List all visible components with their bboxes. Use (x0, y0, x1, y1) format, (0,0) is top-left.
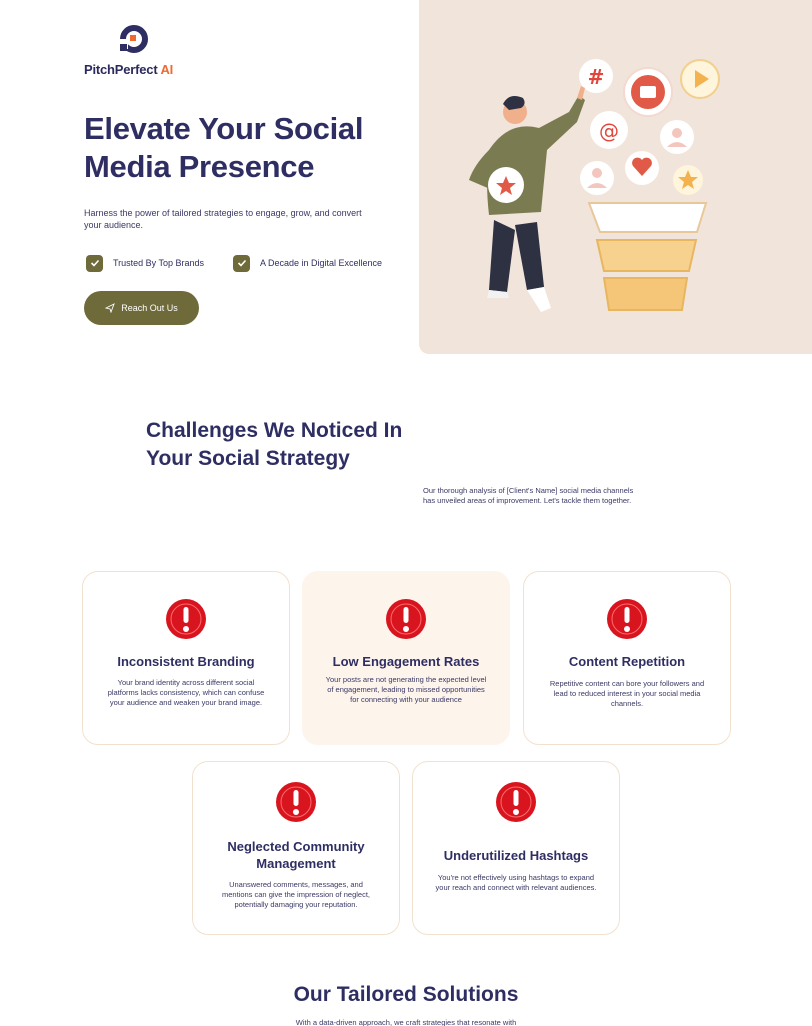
challenge-card-community-management: Neglected Community Management Unanswere… (192, 761, 400, 935)
brand-suffix: AI (160, 62, 174, 77)
check-icon (86, 254, 103, 272)
badge-trusted-brands: Trusted By Top Brands (86, 253, 204, 273)
reach-out-label: Reach Out Us (121, 303, 178, 313)
brand-logo[interactable]: PitchPerfect AI (84, 25, 194, 80)
card-title: Low Engagement Rates (332, 654, 480, 669)
paper-plane-icon (105, 303, 116, 313)
badge-label: A Decade in Digital Excellence (260, 258, 383, 268)
challenge-card-low-engagement: Low Engagement Rates Your posts are not … (302, 571, 510, 745)
hero-title: Elevate Your Social Media Presence (84, 111, 364, 184)
badge-decade-excellence: A Decade in Digital Excellence (233, 253, 382, 273)
challenge-card-hashtags: Underutilized Hashtags You're not effect… (412, 761, 620, 935)
alert-icon (496, 782, 536, 822)
svg-text:#: # (588, 65, 605, 89)
solutions-title: Our Tailored Solutions (293, 983, 519, 1006)
card-text: Unanswered comments, messages, and menti… (222, 880, 370, 909)
alert-icon (166, 599, 206, 639)
challenge-card-inconsistent-branding: Inconsistent Branding Your brand identit… (82, 571, 290, 745)
hero-subtitle: Harness the power of tailored strategies… (84, 208, 362, 230)
card-text: Repetitive content can bore your followe… (549, 679, 705, 708)
social-media-illustration: # @ (469, 59, 720, 312)
card-title: Content Repetition (568, 654, 686, 669)
badge-label: Trusted By Top Brands (113, 258, 205, 268)
check-icon (233, 254, 250, 272)
svg-text:@: @ (599, 119, 619, 143)
solutions-description: With a data-driven approach, we craft st… (295, 1018, 517, 1026)
alert-icon (386, 599, 426, 639)
card-title: Neglected Community Management (227, 839, 365, 871)
challenges-description: Our thorough analysis of [Client's Name]… (423, 486, 634, 505)
card-text: Your posts are not generating the expect… (325, 675, 487, 704)
card-title: Inconsistent Branding (117, 654, 255, 669)
alert-icon (276, 782, 316, 822)
logo-mark-icon (120, 25, 148, 53)
challenge-card-content-repetition: Content Repetition Repetitive content ca… (523, 571, 731, 745)
card-title: Underutilized Hashtags (443, 848, 589, 863)
card-text: Your brand identity across different soc… (107, 678, 265, 707)
challenges-title: Challenges We Noticed In Your Social Str… (146, 419, 403, 470)
reach-out-button[interactable]: Reach Out Us (84, 291, 199, 325)
card-text: You're not effectively using hashtags to… (435, 873, 597, 892)
alert-icon (607, 599, 647, 639)
brand-name: PitchPerfect AI (84, 62, 174, 77)
